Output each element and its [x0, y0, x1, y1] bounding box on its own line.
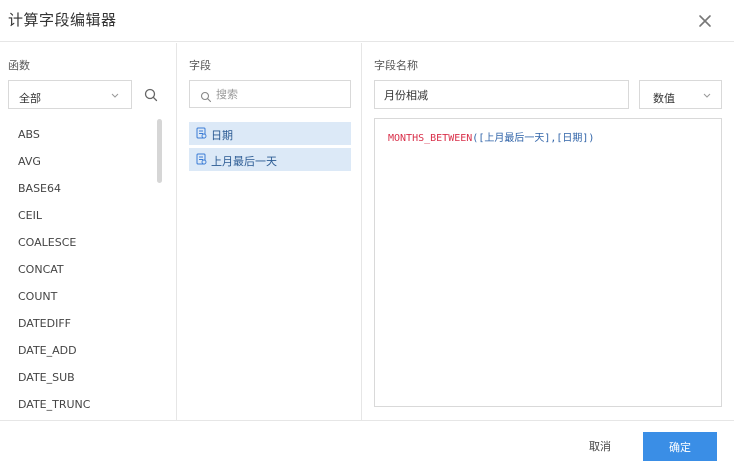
- function-item-date-sub[interactable]: DATE_SUB: [18, 371, 75, 384]
- function-item-abs[interactable]: ABS: [18, 128, 40, 141]
- confirm-button[interactable]: 确定: [643, 432, 717, 461]
- expression-code: MONTHS_BETWEEN([上月最后一天],[日期]): [388, 129, 594, 144]
- dialog-title: 计算字段编辑器: [8, 11, 117, 29]
- field-icon: [196, 127, 207, 142]
- function-category-select[interactable]: 全部: [8, 80, 132, 109]
- close-icon[interactable]: [694, 10, 716, 32]
- expression-editor[interactable]: MONTHS_BETWEEN([上月最后一天],[日期]): [374, 118, 722, 407]
- function-item-datediff[interactable]: DATEDIFF: [18, 317, 71, 330]
- fields-label: 字段: [189, 59, 211, 72]
- field-item-last-day-of-last-month[interactable]: 上月最后一天: [189, 148, 351, 171]
- function-list-scrollbar[interactable]: [157, 119, 162, 183]
- function-item-base64[interactable]: BASE64: [18, 182, 61, 195]
- function-list: ABS AVG BASE64 CEIL COALESCE CONCAT COUN…: [0, 116, 160, 412]
- expression-panel: 字段名称 数值 MONTHS_BETWEEN([上月最后一天],[日期]): [363, 43, 734, 420]
- chevron-down-icon: [110, 90, 120, 103]
- field-item-date[interactable]: 日期: [189, 122, 351, 145]
- field-type-select[interactable]: 数值: [639, 80, 722, 109]
- chevron-down-icon: [702, 90, 712, 103]
- function-item-date-add[interactable]: DATE_ADD: [18, 344, 77, 357]
- function-item-date-trunc[interactable]: DATE_TRUNC: [18, 398, 90, 411]
- field-item-label: 上月最后一天: [211, 155, 277, 168]
- function-item-coalesce[interactable]: COALESCE: [18, 236, 76, 249]
- expression-function-name: MONTHS_BETWEEN: [388, 133, 473, 144]
- field-icon: [196, 153, 207, 168]
- field-search-box: [189, 80, 351, 108]
- field-name-box: [374, 80, 629, 109]
- search-icon[interactable]: [143, 87, 159, 103]
- function-item-ceil[interactable]: CEIL: [18, 209, 42, 222]
- function-category-value: 全部: [19, 92, 41, 105]
- field-name-label: 字段名称: [374, 59, 418, 72]
- dialog-footer: 取消 确定: [0, 420, 734, 467]
- calc-field-editor-dialog: 计算字段编辑器 函数 全部 ABS AVG BASE64 CEIL COALES…: [0, 0, 734, 467]
- expression-arguments: ([上月最后一天],[日期]): [472, 133, 595, 144]
- function-item-count[interactable]: COUNT: [18, 290, 57, 303]
- functions-label: 函数: [8, 59, 30, 72]
- field-name-input[interactable]: [384, 87, 614, 103]
- field-search-input[interactable]: [216, 86, 346, 102]
- dialog-header: 计算字段编辑器: [0, 0, 734, 42]
- function-item-concat[interactable]: CONCAT: [18, 263, 64, 276]
- search-icon: [200, 88, 212, 107]
- functions-panel: 函数 全部 ABS AVG BASE64 CEIL COALESCE CONCA…: [0, 43, 177, 420]
- field-item-label: 日期: [211, 129, 233, 142]
- field-type-value: 数值: [653, 92, 675, 105]
- function-item-avg[interactable]: AVG: [18, 155, 41, 168]
- dialog-body: 函数 全部 ABS AVG BASE64 CEIL COALESCE CONCA…: [0, 43, 734, 420]
- cancel-button[interactable]: 取消: [578, 432, 622, 460]
- fields-panel: 字段 日期: [178, 43, 362, 420]
